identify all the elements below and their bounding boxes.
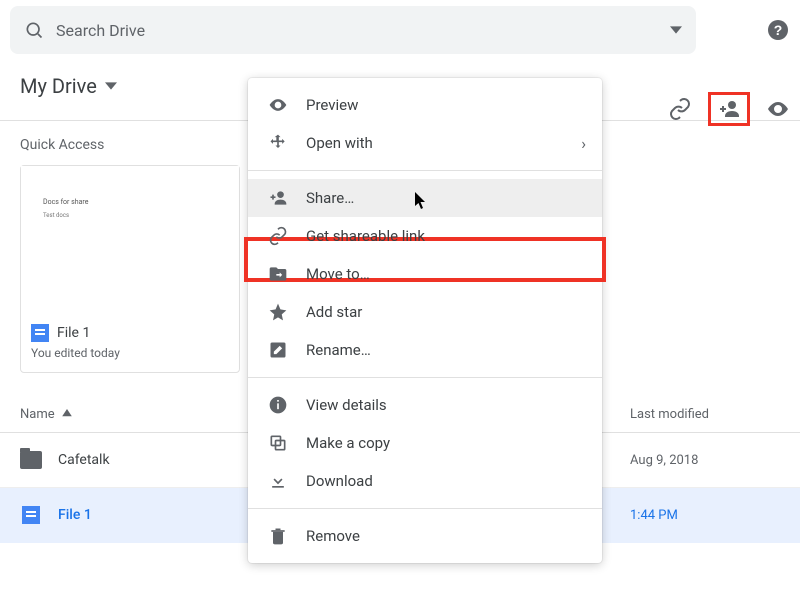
move-arrows-icon	[268, 133, 288, 153]
search-icon	[24, 20, 44, 40]
chevron-down-icon	[105, 80, 117, 92]
menu-remove[interactable]: Remove	[248, 517, 602, 555]
menu-share[interactable]: Share…	[248, 179, 602, 217]
menu-make-copy[interactable]: Make a copy	[248, 424, 602, 462]
download-icon	[268, 471, 288, 491]
add-person-icon	[268, 188, 288, 208]
menu-add-star[interactable]: Add star	[248, 293, 602, 331]
get-link-icon[interactable]	[668, 97, 692, 121]
qa-thumbnail: Docs for share Test docs	[21, 166, 239, 316]
menu-rename[interactable]: Rename…	[248, 331, 602, 369]
menu-get-link[interactable]: Get shareable link	[248, 217, 602, 255]
pencil-icon	[268, 340, 288, 360]
row-modified: 1:44 PM	[630, 508, 780, 523]
sort-asc-icon[interactable]	[61, 409, 73, 421]
docs-icon	[20, 504, 42, 526]
help-icon[interactable]: ?	[766, 18, 790, 42]
search-placeholder: Search Drive	[56, 21, 670, 40]
trash-icon	[268, 526, 288, 546]
context-menu: Preview Open with › Share… Get shareable…	[248, 78, 602, 563]
row-name: File 1	[58, 507, 92, 523]
link-icon	[268, 226, 288, 246]
share-toolbar-highlight	[708, 92, 750, 126]
preview-toolbar-icon[interactable]	[766, 97, 790, 121]
breadcrumb[interactable]: My Drive	[20, 74, 117, 98]
chevron-right-icon: ›	[581, 134, 586, 153]
add-person-icon[interactable]	[717, 97, 741, 121]
docs-icon	[31, 324, 49, 342]
qa-title: File 1	[57, 325, 90, 341]
quick-access-card[interactable]: Docs for share Test docs File 1 You edit…	[20, 165, 240, 373]
eye-icon	[268, 95, 288, 115]
row-modified: Aug 9, 2018	[630, 453, 780, 468]
menu-download[interactable]: Download	[248, 462, 602, 500]
menu-move-to[interactable]: Move to…	[248, 255, 602, 293]
row-name: Cafetalk	[58, 452, 110, 468]
col-modified[interactable]: Last modified	[630, 407, 780, 422]
star-icon	[268, 302, 288, 322]
info-icon	[268, 395, 288, 415]
menu-preview[interactable]: Preview	[248, 86, 602, 124]
folder-icon	[20, 449, 42, 471]
menu-open-with[interactable]: Open with ›	[248, 124, 602, 162]
col-name[interactable]: Name	[20, 407, 55, 422]
copy-icon	[268, 433, 288, 453]
menu-view-details[interactable]: View details	[248, 386, 602, 424]
breadcrumb-label: My Drive	[20, 74, 97, 98]
svg-text:?: ?	[774, 22, 783, 38]
folder-move-icon	[268, 264, 288, 284]
search-options-icon[interactable]	[670, 24, 682, 36]
qa-subtitle: You edited today	[21, 344, 239, 372]
search-bar[interactable]: Search Drive	[10, 6, 696, 54]
